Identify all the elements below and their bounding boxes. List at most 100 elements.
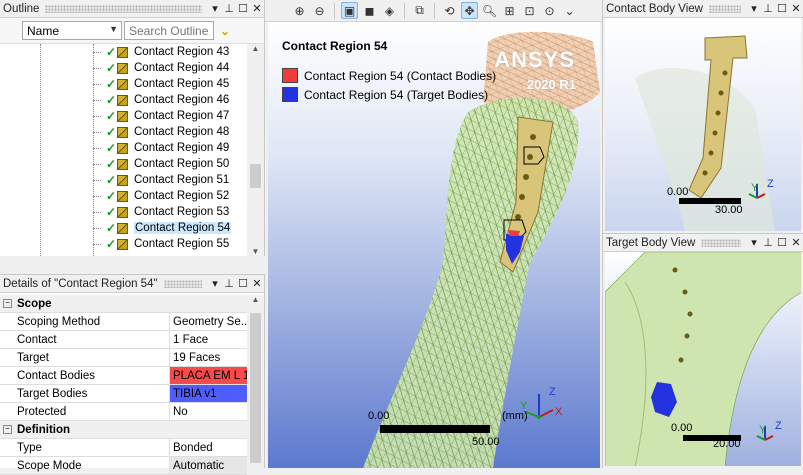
zoom-in-icon[interactable]: ⊕: [291, 2, 308, 19]
prop-key: Contact: [0, 331, 170, 348]
collapse-icon[interactable]: −: [3, 299, 12, 308]
close-icon[interactable]: ✕: [789, 2, 803, 15]
check-icon: ✓: [106, 205, 117, 219]
menu-icon[interactable]: ▾: [747, 236, 761, 249]
close-icon[interactable]: ✕: [250, 277, 264, 290]
tree-item-contact-region[interactable]: ✓ Contact Region 51: [0, 172, 247, 188]
scroll-thumb[interactable]: [250, 164, 261, 188]
prop-protected[interactable]: Protected No: [0, 403, 247, 421]
panel-grip[interactable]: [45, 4, 202, 13]
prop-contact-bodies[interactable]: Contact Bodies PLACA EM L 1: [0, 367, 247, 385]
close-icon[interactable]: ✕: [789, 236, 803, 249]
restore-icon[interactable]: ☐: [236, 2, 250, 15]
section-definition[interactable]: − Definition: [0, 421, 247, 439]
prop-value[interactable]: No: [170, 403, 247, 420]
scroll-down-icon[interactable]: ▼: [247, 247, 264, 256]
select-mode-icon[interactable]: ⧉: [411, 2, 428, 19]
pin-icon[interactable]: ⊥: [761, 2, 775, 15]
target-body-viewport[interactable]: 0.00 20.00 Z Y: [605, 252, 801, 466]
prop-value[interactable]: PLACA EM L 1: [170, 367, 247, 384]
details-scrollbar[interactable]: ▲: [247, 295, 264, 468]
name-column-combo[interactable]: Name ▼: [22, 21, 122, 40]
more-icon[interactable]: ⌄: [561, 2, 578, 19]
tree-item-contact-region[interactable]: ✓ Contact Region 50: [0, 156, 247, 172]
pin-icon[interactable]: ⊥: [222, 277, 236, 290]
tree-item-contact-region[interactable]: ✓ Contact Region 46: [0, 92, 247, 108]
menu-icon[interactable]: ▾: [747, 2, 761, 15]
contact-region-icon: [117, 158, 128, 170]
prop-target-bodies[interactable]: Target Bodies TIBIA v1: [0, 385, 247, 403]
scroll-up-icon[interactable]: ▲: [247, 295, 264, 304]
tree-item-contact-region[interactable]: ✓ Contact Region 45: [0, 76, 247, 92]
viewport-title: Contact Region 54: [282, 39, 388, 53]
panel-splitter[interactable]: [0, 256, 265, 274]
prop-value[interactable]: 19 Faces: [170, 349, 247, 366]
check-icon: ✓: [106, 173, 117, 187]
panel-grip[interactable]: [701, 238, 741, 247]
tree-item-contact-region[interactable]: ✓ Contact Region 53: [0, 204, 247, 220]
prop-value[interactable]: Automatic: [170, 457, 247, 474]
screw-hole: [523, 174, 529, 180]
tree-item-contact-region[interactable]: ✓ Contact Region 43: [0, 44, 247, 60]
tree-item-contact-region[interactable]: ✓ Contact Region 48: [0, 124, 247, 140]
scale-min: 0.00: [667, 186, 689, 198]
prop-value[interactable]: TIBIA v1: [170, 385, 247, 402]
tree-item-contact-region[interactable]: ✓ Contact Region 44: [0, 60, 247, 76]
menu-icon[interactable]: ▾: [208, 277, 222, 290]
tree-item-contact-region[interactable]: ✓ Contact Region 52: [0, 188, 247, 204]
rotate-icon[interactable]: ⟲: [441, 2, 458, 19]
contact-body-viewport[interactable]: 0.00 30.00 Z Y: [605, 18, 801, 231]
panel-grip[interactable]: [163, 279, 202, 288]
tree-item-contact-region[interactable]: ✓ Contact Region 54: [0, 220, 247, 236]
close-icon[interactable]: ✕: [250, 2, 264, 15]
prop-target[interactable]: Target 19 Faces: [0, 349, 247, 367]
contact-region-icon: [117, 46, 128, 58]
scale-bar: [380, 425, 490, 433]
pan-icon[interactable]: ✥: [461, 2, 478, 19]
expand-down-icon[interactable]: ⌄: [220, 24, 230, 38]
check-icon: ✓: [106, 237, 117, 251]
collapse-icon[interactable]: −: [3, 425, 12, 434]
scroll-thumb[interactable]: [250, 313, 261, 463]
prop-value[interactable]: 1 Face: [170, 331, 247, 348]
pin-icon[interactable]: ⊥: [222, 2, 236, 15]
chevron-down-icon: ▼: [109, 24, 118, 34]
tree-connector: [93, 228, 101, 229]
prop-type[interactable]: Type Bonded: [0, 439, 247, 457]
panel-grip[interactable]: [708, 4, 741, 13]
screw-hole: [715, 110, 721, 116]
outline-scrollbar[interactable]: ▲ ▼: [247, 44, 264, 256]
menu-icon[interactable]: ▾: [208, 2, 222, 15]
check-icon: ✓: [106, 141, 117, 155]
prop-scope-mode[interactable]: Scope Mode Automatic: [0, 457, 247, 475]
prop-scoping-method[interactable]: Scoping Method Geometry Se...: [0, 313, 247, 331]
tree-item-contact-region[interactable]: ✓ Contact Region 49: [0, 140, 247, 156]
render-icon[interactable]: ◈: [381, 2, 398, 19]
toolbar-separator: [434, 2, 435, 19]
x-axis-line: [764, 435, 774, 441]
tree-item-contact-region[interactable]: ✓ Contact Region 47: [0, 108, 247, 124]
solid-view-icon[interactable]: ◼: [361, 2, 378, 19]
restore-icon[interactable]: ☐: [775, 236, 789, 249]
scroll-up-icon[interactable]: ▲: [247, 44, 264, 53]
magnifier-icon[interactable]: ⊙: [541, 2, 558, 19]
section-scope[interactable]: − Scope: [0, 295, 247, 313]
prop-contact[interactable]: Contact 1 Face: [0, 331, 247, 349]
pin-icon[interactable]: ⊥: [761, 236, 775, 249]
restore-icon[interactable]: ☐: [236, 277, 250, 290]
contact-region-icon: [117, 78, 128, 90]
tree-item-label: Contact Region 52: [134, 190, 230, 202]
prop-key: Target: [0, 349, 170, 366]
box-zoom-icon[interactable]: ⊞: [501, 2, 518, 19]
prop-value[interactable]: Bonded: [170, 439, 247, 456]
fit-icon[interactable]: ⊡: [521, 2, 538, 19]
graphics-viewport[interactable]: Contact Region 54 Contact Region 54 (Con…: [268, 22, 600, 468]
prop-value[interactable]: Geometry Se...: [170, 313, 247, 330]
restore-icon[interactable]: ☐: [775, 2, 789, 15]
target-body-view-title-bar: Target Body View ▾ ⊥ ☐ ✕: [603, 234, 803, 252]
zoom-icon[interactable]: 🔍︎: [481, 2, 498, 19]
zoom-out-icon[interactable]: ⊖: [311, 2, 328, 19]
iso-view-icon[interactable]: ▣: [341, 2, 358, 19]
search-outline-input[interactable]: [124, 21, 214, 40]
tree-item-contact-region[interactable]: ✓ Contact Region 55: [0, 236, 247, 252]
